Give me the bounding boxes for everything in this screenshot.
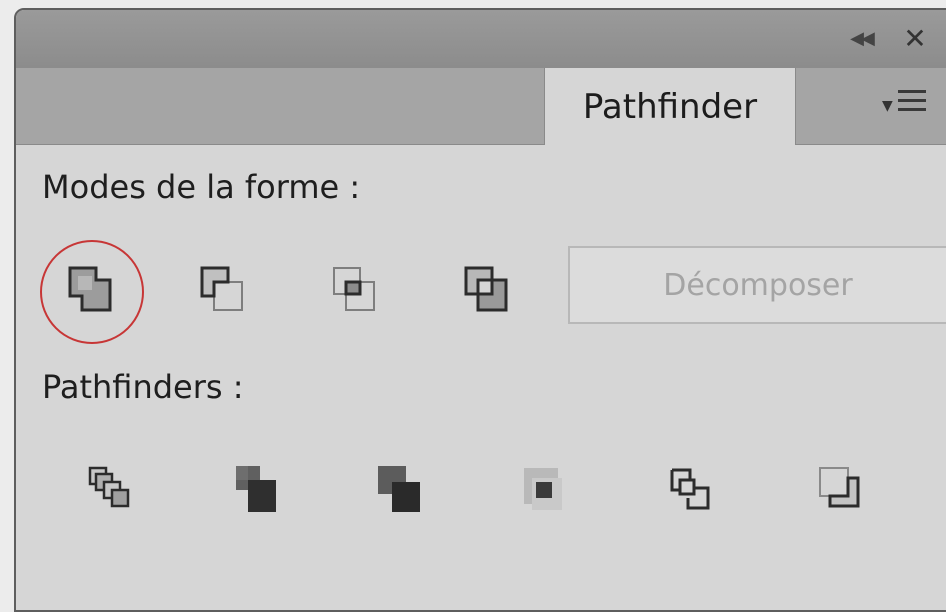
minus-back-button[interactable] — [800, 450, 880, 530]
double-chevron-left-icon[interactable]: ◀◀ — [846, 26, 876, 52]
divide-button[interactable] — [70, 450, 150, 530]
crop-icon — [524, 468, 562, 510]
exclude-icon — [464, 266, 508, 312]
merge-icon — [378, 466, 420, 512]
trim-button[interactable] — [216, 450, 296, 530]
outline-button[interactable] — [650, 450, 730, 530]
shape-modes-label: Modes de la forme : — [42, 168, 361, 206]
unite-button[interactable] — [50, 250, 130, 330]
panel-menu-icon[interactable]: ▼ — [878, 84, 938, 128]
close-icon[interactable]: ✕ — [900, 24, 930, 54]
minus-front-button[interactable] — [182, 250, 262, 330]
exclude-button[interactable] — [446, 250, 526, 330]
minus-front-icon — [200, 266, 243, 311]
minus-back-icon — [819, 467, 860, 508]
merge-button[interactable] — [360, 450, 440, 530]
panel-titlebar[interactable]: ◀◀ ✕ — [16, 10, 946, 69]
pathfinders-label: Pathfinders : — [42, 368, 244, 406]
tab-pathfinder[interactable]: Pathfinder — [544, 68, 796, 145]
divide-icon — [88, 466, 130, 508]
trim-icon — [236, 466, 276, 512]
outline-icon — [670, 468, 710, 510]
intersect-icon — [333, 267, 375, 311]
intersect-button[interactable] — [314, 250, 394, 330]
tab-bar: Pathfinder ▼ — [16, 68, 946, 145]
pathfinder-panel: ◀◀ ✕ Pathfinder ▼ Modes de la forme : Dé… — [14, 8, 946, 612]
crop-button[interactable] — [504, 450, 584, 530]
unite-icon — [68, 266, 112, 312]
expand-button[interactable]: Décomposer — [568, 246, 946, 324]
